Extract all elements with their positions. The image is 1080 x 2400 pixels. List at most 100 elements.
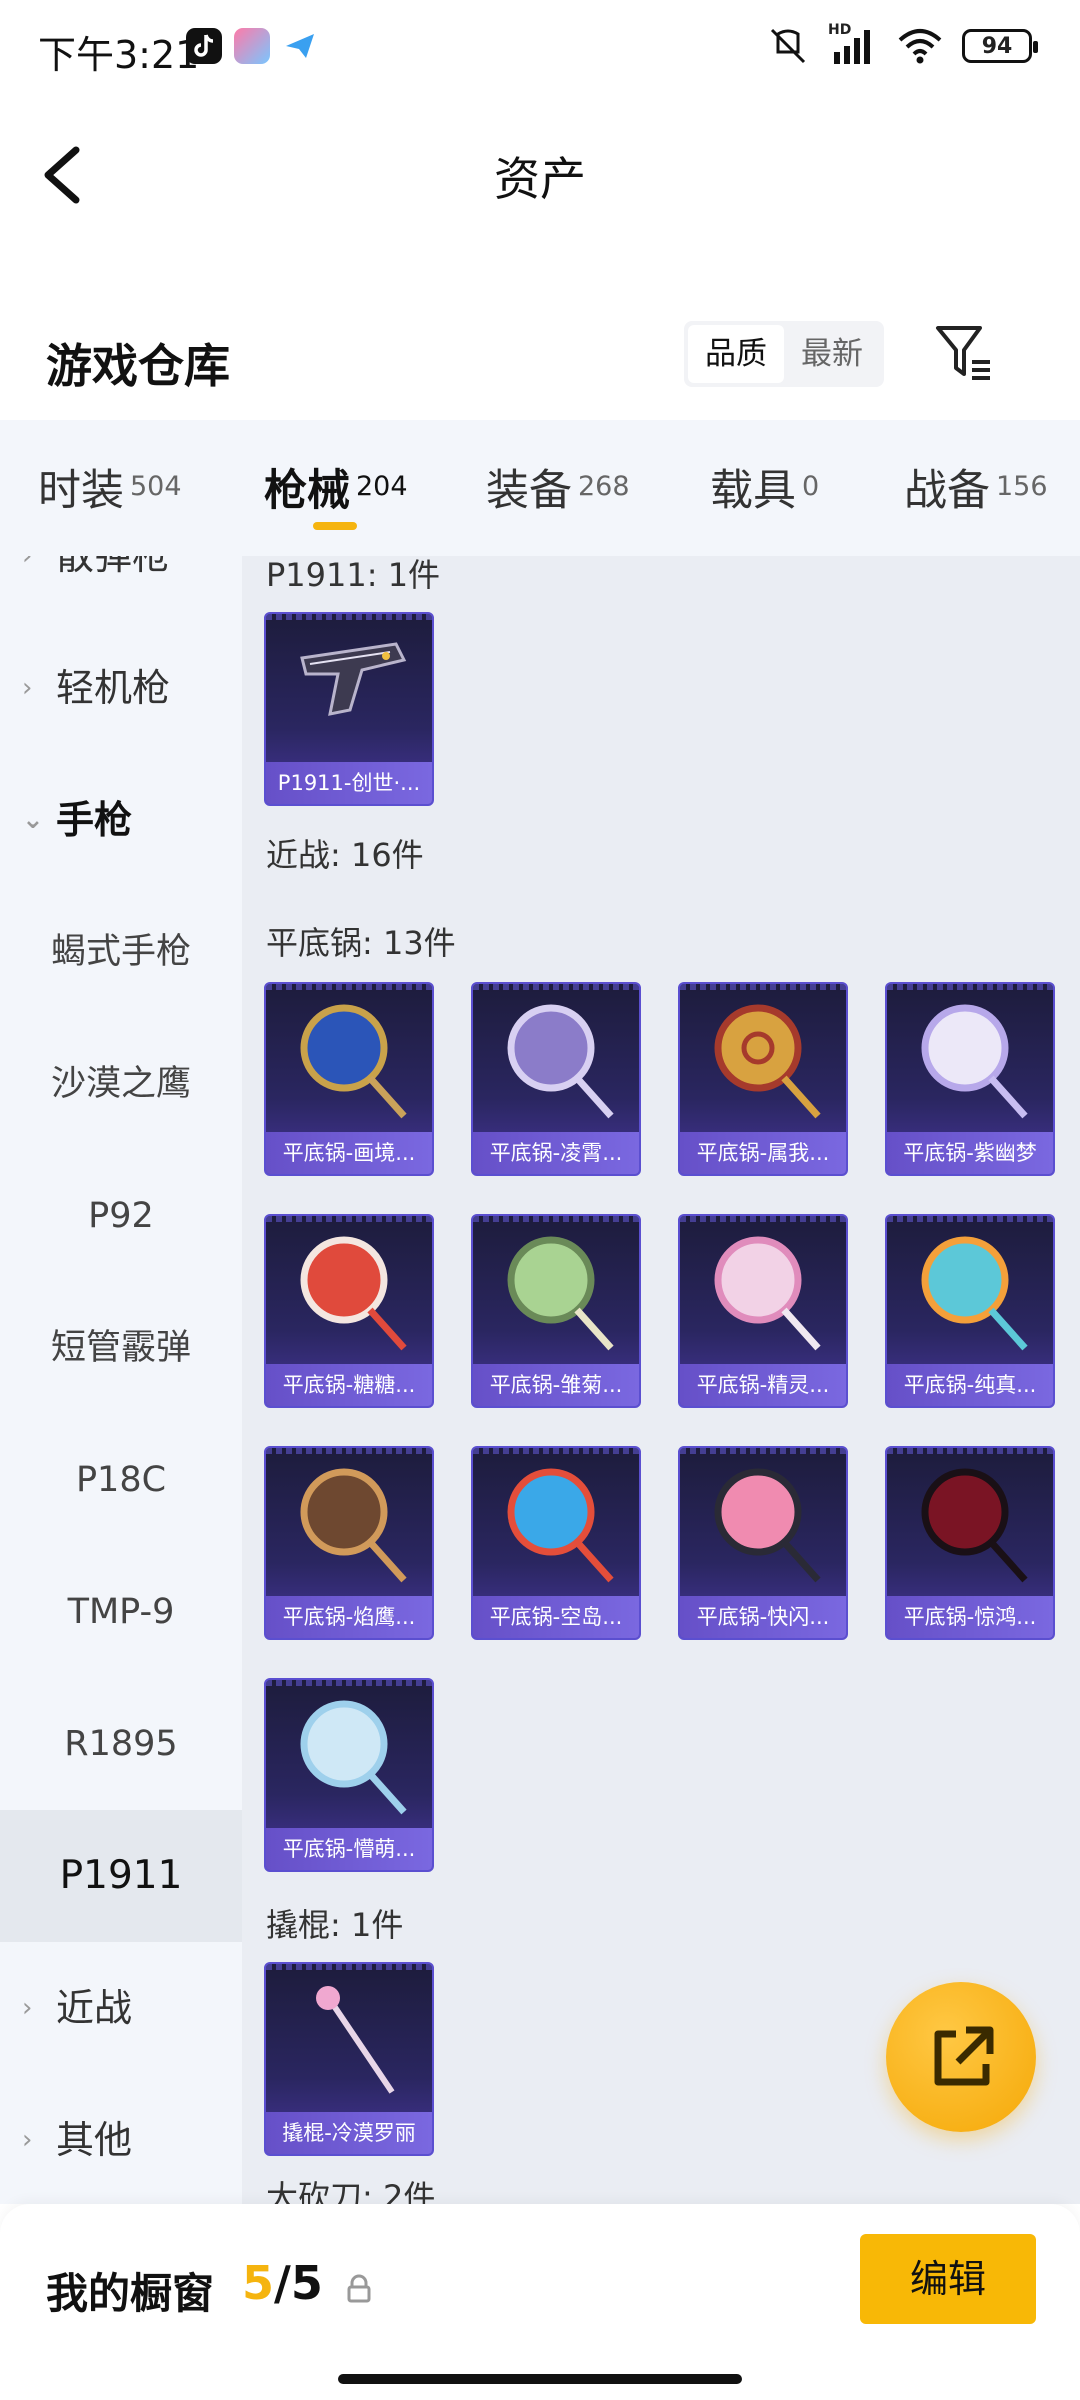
item-label: 平底锅-紫幽梦 [887,1132,1053,1174]
sidebar-item-r1895[interactable]: R1895 [0,1678,242,1810]
sidebar-item-p92[interactable]: P92 [0,1150,242,1282]
sidebar-item-tmp9[interactable]: TMP-9 [0,1546,242,1678]
warehouse-title: 游戏仓库 [46,339,230,393]
section-title-crowbar: 撬棍: 1件 [266,1906,404,1944]
weapon-category-sidebar: › 散弹枪 › 轻机枪 ⌄ 手枪 蝎式手枪 沙漠之鹰 P92 短管霰弹 P18C TM… [0,556,242,2204]
crowbar-image [316,1986,395,2094]
tab-vehicles[interactable]: 载具 0 [710,456,819,536]
sidebar-item-scorpion[interactable]: 蝎式手枪 [0,886,242,1018]
sidebar-item-p18c[interactable]: P18C [0,1414,242,1546]
tab-label: 战备 [904,466,990,516]
item-label: 平底锅-懵萌... [266,1828,432,1870]
section-title-melee: 近战: 16件 [266,836,424,874]
showcase-label: 我的橱窗 [46,2269,215,2318]
item-card[interactable]: 平底锅-快闪... [678,1446,848,1640]
chevron-right-icon: › [22,2125,33,2155]
item-card[interactable]: 平底锅-精灵... [678,1214,848,1408]
item-label: 平底锅-纯真... [887,1364,1053,1406]
pan-image [921,1236,1028,1351]
tab-count: 504 [130,471,182,502]
chevron-right-icon: › [22,556,33,571]
section-title-machete: 大砍刀: 2件 [266,2178,436,2204]
tab-label: 载具 [710,466,796,516]
sidebar-item-other[interactable]: › 其他 [0,2074,242,2204]
sidebar-item-label: 手枪 [56,798,133,842]
edit-button[interactable]: 编辑 [860,2234,1036,2324]
sidebar-item-pistol[interactable]: ⌄ 手枪 [0,754,242,886]
item-card[interactable]: 平底锅-糖糖... [264,1214,434,1408]
filter-icon [936,326,990,380]
item-card[interactable]: 平底锅-属我... [678,982,848,1176]
chevron-right-icon: › [22,1993,33,2023]
page-title: 资产 [494,152,586,206]
pan-image [921,1004,1028,1119]
mute-vibrate-icon [770,28,806,64]
pan-image [714,1236,821,1351]
signal-icon: HD [828,22,878,66]
pan-image [300,1004,407,1119]
item-card[interactable]: 平底锅-画境... [264,982,434,1176]
tab-outfit[interactable]: 时装 504 [38,456,182,536]
item-card[interactable]: 撬棍-冷漠罗丽 [264,1962,434,2156]
item-card[interactable]: 平底锅-雏菊... [471,1214,641,1408]
hd-label: HD [828,22,852,38]
item-card[interactable]: 平底锅-纯真... [885,1214,1055,1408]
pan-image [921,1468,1028,1583]
item-card[interactable]: 平底锅-焰鹰... [264,1446,434,1640]
item-card[interactable]: 平底锅-空岛... [471,1446,641,1640]
tab-count: 204 [356,471,408,502]
pan-image [300,1700,407,1815]
item-card[interactable]: 平底锅-紫幽梦 [885,982,1055,1176]
section-title-pan: 平底锅: 13件 [266,924,456,962]
sidebar-item-p1911[interactable]: P1911 [0,1810,242,1942]
item-label: 平底锅-属我... [680,1132,846,1174]
showcase-used: 5 [242,2256,275,2310]
tab-label: 时装 [38,466,124,516]
item-label: 平底锅-雏菊... [473,1364,639,1406]
sidebar-item-shotgun[interactable]: › 散弹枪 [0,556,242,622]
status-icons: HD 94 [766,22,1038,66]
pistol-image [300,642,407,716]
sort-newest-option[interactable]: 最新 [784,325,880,383]
item-card[interactable]: 平底锅-惊鸿... [885,1446,1055,1640]
item-card[interactable]: 平底锅-懵萌... [264,1678,434,1872]
filter-button[interactable] [934,322,994,384]
showcase-separator: / [274,2256,291,2310]
tiktok-app-icon [186,28,222,64]
sidebar-item-label: 近战 [56,1986,133,2030]
sidebar-item-sawed-off[interactable]: 短管霰弹 [0,1282,242,1414]
share-external-icon [934,2026,994,2086]
share-button[interactable] [886,1982,1036,2132]
item-card[interactable]: 平底锅-凌霄... [471,982,641,1176]
item-label: 平底锅-画境... [266,1132,432,1174]
status-time: 下午3:21 [38,33,200,77]
item-label: 平底锅-糖糖... [266,1364,432,1406]
lock-icon [347,2274,371,2303]
pan-image [300,1236,407,1351]
item-label: 撬棍-冷漠罗丽 [266,2112,432,2154]
showcase-count: 5/5 [242,2256,323,2310]
sort-quality-option[interactable]: 品质 [688,325,784,383]
sort-toggle: 品质 最新 [684,321,884,387]
tab-supplies[interactable]: 战备 156 [904,456,1048,536]
battery-indicator: 94 [962,29,1038,63]
sidebar-item-desert-eagle[interactable]: 沙漠之鹰 [0,1018,242,1150]
sidebar-item-lmg[interactable]: › 轻机枪 [0,622,242,754]
tab-equipment[interactable]: 装备 268 [486,456,630,536]
chevron-down-icon: ⌄ [22,805,44,835]
paper-plane-icon [282,28,318,64]
sidebar-item-melee[interactable]: › 近战 [0,1942,242,2074]
item-card[interactable]: P1911-创世·... [264,612,434,806]
item-label: 平底锅-惊鸿... [887,1596,1053,1638]
pan-image [714,1004,821,1119]
game-app-icon [234,28,270,64]
pan-image [714,1468,821,1583]
item-label: 平底锅-凌霄... [473,1132,639,1174]
item-label: 平底锅-精灵... [680,1364,846,1406]
home-indicator[interactable] [338,2374,742,2384]
sidebar-item-label: 散弹枪 [56,556,171,578]
pan-image [507,1004,614,1119]
tab-count: 156 [996,471,1048,502]
item-label: 平底锅-焰鹰... [266,1596,432,1638]
pan-image [507,1236,614,1351]
